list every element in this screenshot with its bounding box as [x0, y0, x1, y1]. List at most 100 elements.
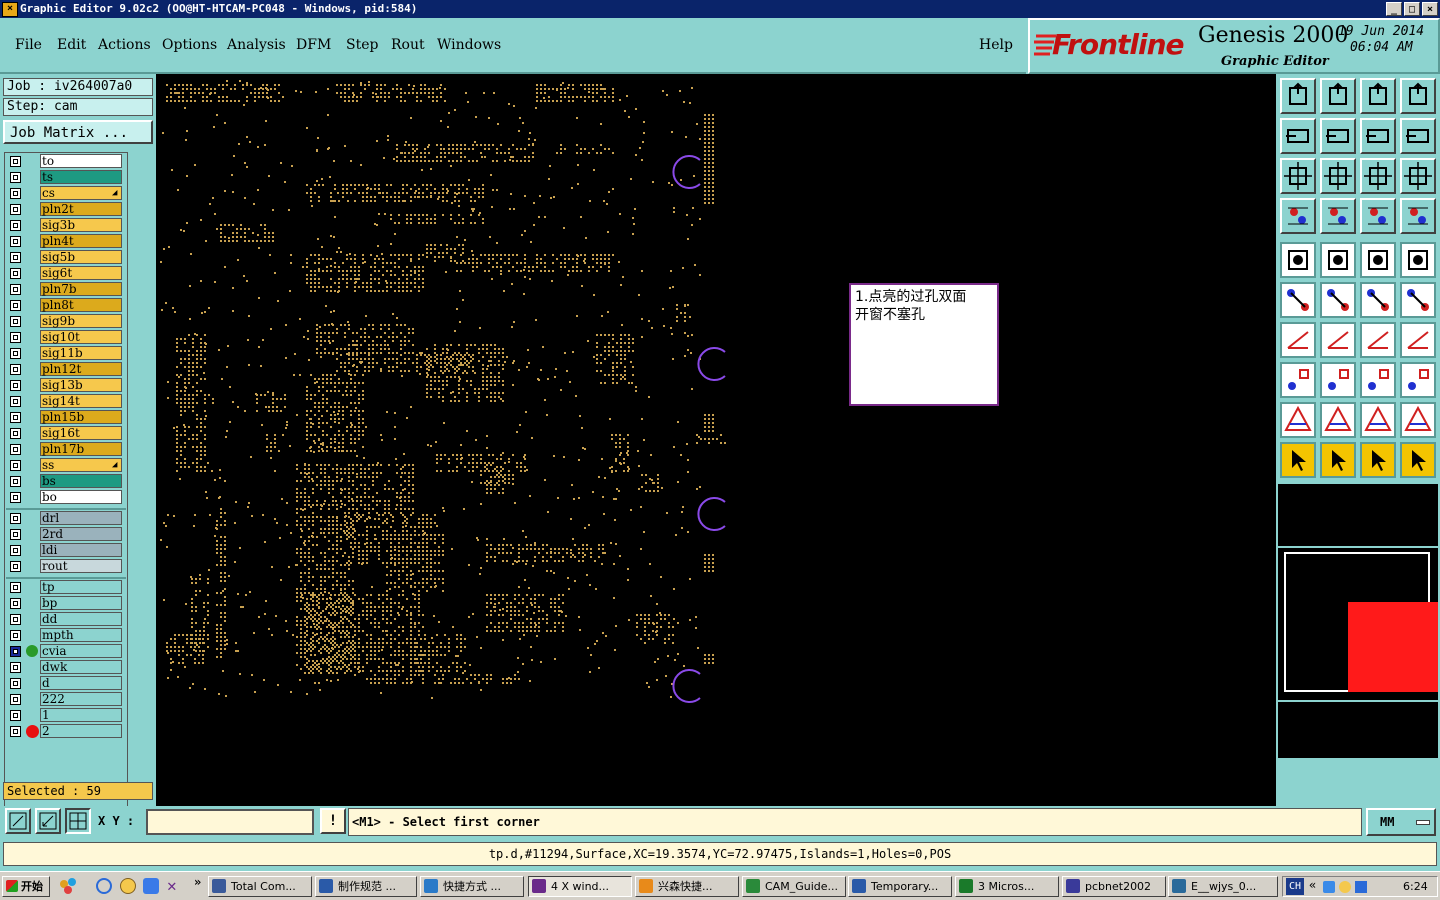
tool-netlist-button[interactable]: [1280, 362, 1316, 398]
tray-expand-icon[interactable]: «: [1309, 878, 1316, 892]
tool-line-button[interactable]: [1280, 322, 1316, 358]
layer-checkbox[interactable]: [10, 316, 21, 327]
layer-name[interactable]: pln17b: [40, 442, 122, 456]
layer-checkbox[interactable]: [10, 284, 21, 295]
layer-checkbox[interactable]: [10, 529, 21, 540]
overview-viewport[interactable]: [1348, 602, 1438, 692]
layer-row-bp[interactable]: bp: [8, 596, 124, 611]
layer-checkbox[interactable]: [10, 513, 21, 524]
layer-row-bs[interactable]: bs: [8, 474, 124, 489]
layer-name[interactable]: pln2t: [40, 202, 122, 216]
layer-row-d[interactable]: d: [8, 676, 124, 691]
layer-checkbox[interactable]: [10, 268, 21, 279]
tool-copy-button[interactable]: [1400, 282, 1436, 318]
tool-layer-view-button[interactable]: [1360, 198, 1396, 234]
tool-select-button[interactable]: [1280, 442, 1316, 478]
tool-scale-1-1-button[interactable]: [1360, 158, 1396, 194]
layer-checkbox[interactable]: [10, 662, 21, 673]
layer-row-ldi[interactable]: ldi: [8, 543, 124, 558]
tool-layer-edit-button[interactable]: [1400, 198, 1436, 234]
tool-flip-button[interactable]: [1400, 322, 1436, 358]
layer-row-sig11b[interactable]: sig11b: [8, 346, 124, 361]
tool-select-area-button[interactable]: [1360, 442, 1396, 478]
layer-name[interactable]: 1: [40, 708, 122, 722]
layer-checkbox[interactable]: [10, 561, 21, 572]
layer-checkbox[interactable]: [10, 492, 21, 503]
tool-dimension-button[interactable]: [1320, 362, 1356, 398]
layer-row-sig5b[interactable]: sig5b: [8, 250, 124, 265]
minimize-button[interactable]: _: [1386, 2, 1402, 16]
layer-name[interactable]: sig6t: [40, 266, 122, 280]
close-button[interactable]: ×: [1422, 2, 1438, 16]
layer-checkbox[interactable]: [10, 630, 21, 641]
tool-route-button[interactable]: [1400, 442, 1436, 478]
layer-name[interactable]: pln12t: [40, 362, 122, 376]
layer-row-tp[interactable]: tp: [8, 580, 124, 595]
layer-scrollbar[interactable]: [128, 152, 152, 830]
menu-dfm[interactable]: DFM: [296, 37, 331, 53]
layer-name[interactable]: ts: [40, 170, 122, 184]
taskbar-item[interactable]: Temporary...: [848, 876, 952, 897]
graphic-canvas[interactable]: 1.点亮的过孔双面 开窗不塞孔: [156, 74, 1276, 806]
layer-checkbox[interactable]: [10, 614, 21, 625]
layer-name[interactable]: d: [40, 676, 122, 690]
layer-checkbox[interactable]: [10, 380, 21, 391]
zoom-in-button[interactable]: [5, 808, 31, 834]
layer-checkbox[interactable]: [10, 204, 21, 215]
layer-checkbox[interactable]: [10, 188, 21, 199]
tool-redo-step-button[interactable]: [1320, 118, 1356, 154]
layer-checkbox[interactable]: [10, 348, 21, 359]
layer-checkbox[interactable]: [10, 156, 21, 167]
layer-checkbox[interactable]: [10, 332, 21, 343]
tool-grid-button[interactable]: [1320, 198, 1356, 234]
quicklaunch-clock-icon[interactable]: [120, 878, 136, 894]
layer-name[interactable]: sig3b: [40, 218, 122, 232]
layer-name[interactable]: bp: [40, 596, 122, 610]
tool-zoom-center-button[interactable]: [1320, 158, 1356, 194]
layer-checkbox[interactable]: [10, 236, 21, 247]
layer-name[interactable]: ldi: [40, 543, 122, 557]
overview-window[interactable]: [1278, 548, 1438, 700]
menu-windows[interactable]: Windows: [437, 37, 501, 53]
layer-row-pln7b[interactable]: pln7b: [8, 282, 124, 297]
job-matrix-button[interactable]: Job Matrix ...: [3, 120, 153, 144]
layer-name[interactable]: 2rd: [40, 527, 122, 541]
layer-row-rout[interactable]: rout: [8, 559, 124, 574]
tool-mirror-button[interactable]: [1400, 118, 1436, 154]
maximize-button[interactable]: □: [1404, 2, 1420, 16]
tray-monitor-icon[interactable]: [1355, 881, 1367, 893]
taskbar-item[interactable]: 4 X wind...: [528, 876, 632, 897]
layer-row-pln8t[interactable]: pln8t: [8, 298, 124, 313]
layer-name[interactable]: tp: [40, 580, 122, 594]
layer-checkbox[interactable]: [10, 364, 21, 375]
taskbar-item[interactable]: 快捷方式 ...: [420, 876, 524, 897]
tool-rotate-button[interactable]: [1360, 118, 1396, 154]
layer-name[interactable]: to: [40, 154, 122, 168]
tool-undo-step-button[interactable]: [1280, 118, 1316, 154]
quicklaunch-colors-icon[interactable]: [58, 877, 86, 895]
menu-edit[interactable]: Edit: [57, 37, 86, 53]
layer-checkbox[interactable]: [10, 582, 21, 593]
layer-checkbox[interactable]: [10, 172, 21, 183]
menu-analysis[interactable]: Analysis: [227, 37, 286, 53]
layer-name[interactable]: bo: [40, 490, 122, 504]
layer-row-cvia[interactable]: cvia: [8, 644, 124, 659]
layer-name[interactable]: rout: [40, 559, 122, 573]
layer-checkbox[interactable]: [10, 428, 21, 439]
menu-actions[interactable]: Actions: [98, 37, 151, 53]
layer-name[interactable]: sig5b: [40, 250, 122, 264]
layer-row-sig14t[interactable]: sig14t: [8, 394, 124, 409]
layer-checkbox[interactable]: [10, 220, 21, 231]
layer-row-sig16t[interactable]: sig16t: [8, 426, 124, 441]
layer-name[interactable]: sig11b: [40, 346, 122, 360]
tool-rotate-feature-button[interactable]: [1360, 322, 1396, 358]
tool-text-4-button[interactable]: [1400, 402, 1436, 438]
taskbar-item[interactable]: Total Com...: [208, 876, 312, 897]
start-button[interactable]: 开始: [2, 876, 50, 897]
snap-grid-button[interactable]: [65, 808, 91, 834]
layer-name[interactable]: drl: [40, 511, 122, 525]
layer-row-ss[interactable]: ss ◢: [8, 458, 124, 473]
tool-move-button[interactable]: [1360, 282, 1396, 318]
layer-row-sig10t[interactable]: sig10t: [8, 330, 124, 345]
tool-text-2-button[interactable]: [1320, 402, 1356, 438]
